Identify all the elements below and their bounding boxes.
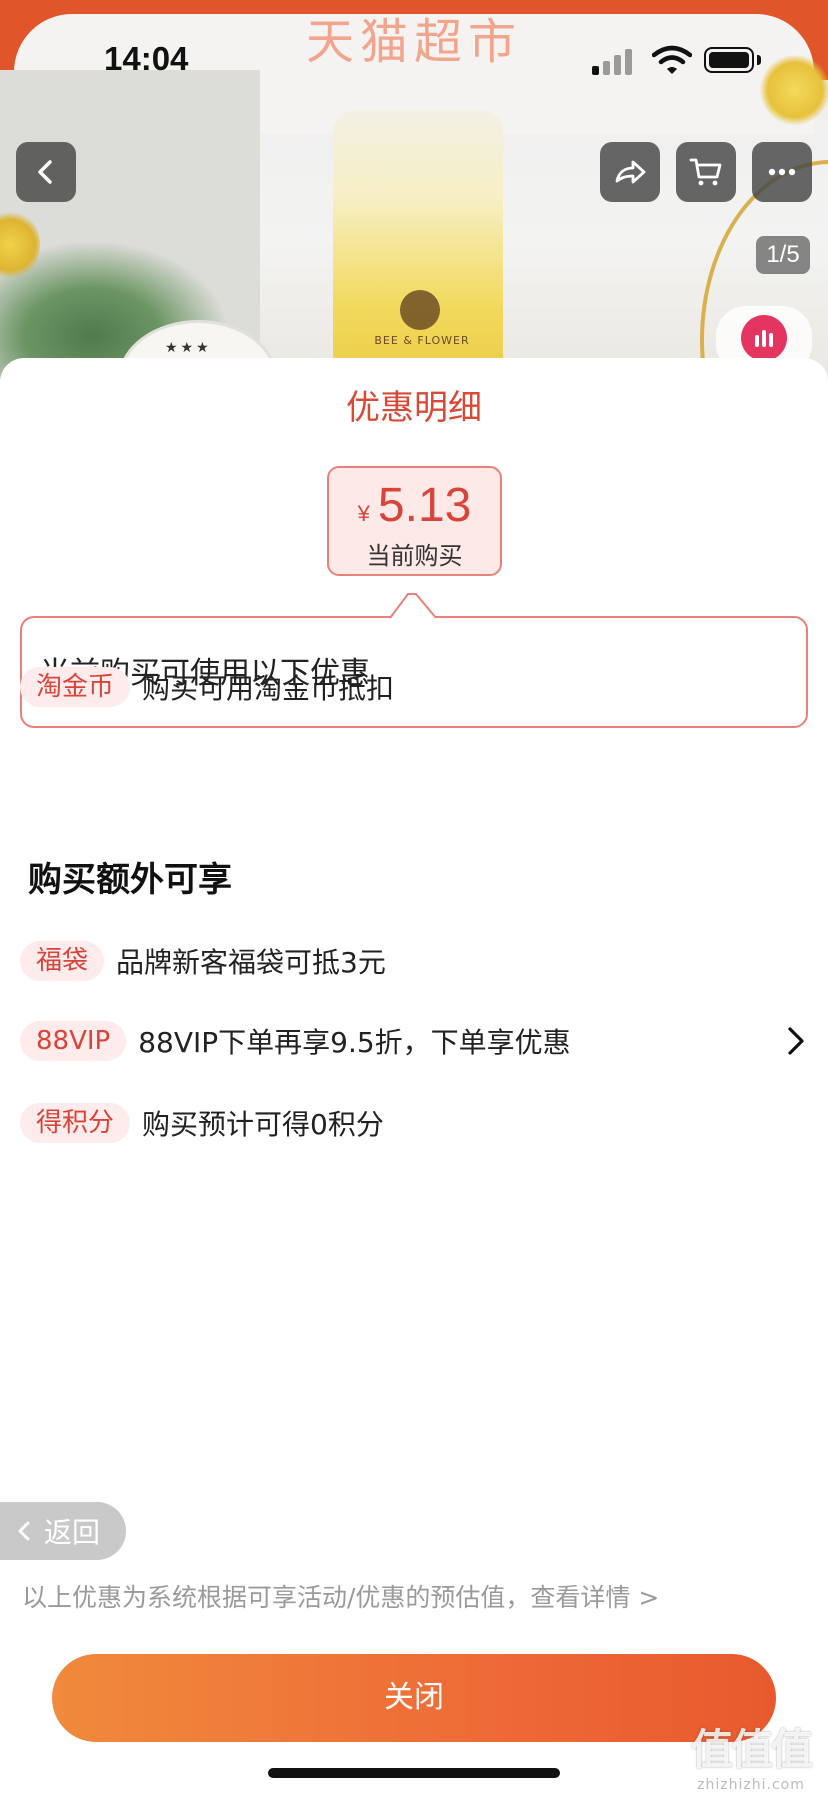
plate-stars: ★★★	[165, 340, 212, 356]
currency-symbol: ¥	[357, 501, 370, 526]
signal-bar	[614, 55, 621, 75]
back-button[interactable]	[16, 142, 76, 202]
cart-icon	[689, 158, 722, 186]
offer-text: 品牌新客福袋可抵3元	[116, 946, 386, 979]
offer-row-points[interactable]: 得积分 购买预计可得0积分	[20, 1100, 810, 1146]
price-row: ¥ 5.13	[329, 478, 500, 533]
status-time: 14:04	[104, 40, 189, 77]
current-price-card: ¥ 5.13 当前购买	[327, 466, 502, 576]
close-button[interactable]: 关闭	[52, 1654, 776, 1742]
sheet-title: 优惠明细	[346, 388, 482, 428]
wifi-icon	[652, 45, 692, 74]
offer-row-taojinbi[interactable]: 淘金币 购买可用淘金币抵扣	[20, 664, 810, 710]
signal-bar	[625, 49, 632, 75]
more-icon	[768, 168, 796, 176]
share-icon	[615, 160, 646, 184]
offer-text: 购买可用淘金币抵扣	[142, 672, 395, 705]
offer-row-fudai[interactable]: 福袋 品牌新客福袋可抵3元	[20, 938, 810, 984]
chevron-left-icon	[18, 1521, 30, 1541]
extra-offers-heading: 购买额外可享	[28, 860, 232, 900]
callout-arrow-overlay	[390, 593, 437, 621]
offer-tag: 88VIP	[20, 1021, 127, 1061]
chevron-left-icon	[38, 160, 52, 184]
home-indicator[interactable]	[268, 1768, 560, 1778]
price-label: 当前购买	[366, 542, 463, 570]
image-page-counter: 1/5	[756, 236, 810, 274]
offer-tag: 得积分	[20, 1103, 131, 1143]
chevron-right-icon	[788, 1027, 804, 1055]
price-value: 5.13	[377, 479, 472, 532]
offer-tag: 淘金币	[20, 667, 131, 707]
battery-tip	[757, 55, 761, 65]
signal-bar	[603, 61, 610, 75]
stats-icon[interactable]	[741, 315, 787, 361]
offer-text: 88VIP下单再享9.5折，下单享优惠	[138, 1026, 571, 1059]
product-brand-text: BEE & FLOWER	[374, 334, 470, 347]
cart-button[interactable]	[676, 142, 736, 202]
watermark-main: 值值值	[690, 1725, 813, 1774]
bar-chart-icon	[755, 330, 773, 347]
battery-icon	[704, 47, 754, 73]
signal-bar	[592, 66, 599, 75]
battery-fill	[709, 52, 749, 68]
return-button[interactable]: 返回	[0, 1502, 126, 1560]
watermark-sub: zhizhizhi.com	[697, 1777, 805, 1793]
share-button[interactable]	[600, 142, 660, 202]
site-watermark: 值值值 zhizhizhi.com	[676, 1716, 826, 1796]
offer-row-88vip[interactable]: 88VIP 88VIP下单再享9.5折，下单享优惠	[20, 1018, 810, 1064]
disclaimer-link[interactable]: 以上优惠为系统根据可享活动/优惠的预估值，查看详情 >	[22, 1578, 659, 1614]
offer-tag: 福袋	[20, 941, 105, 981]
offer-text: 购买预计可得0积分	[142, 1108, 384, 1141]
more-button[interactable]	[752, 142, 812, 202]
brand-bee-logo	[400, 290, 440, 330]
return-label: 返回	[44, 1516, 101, 1549]
product-bottle	[333, 110, 503, 400]
status-icons	[592, 45, 772, 75]
